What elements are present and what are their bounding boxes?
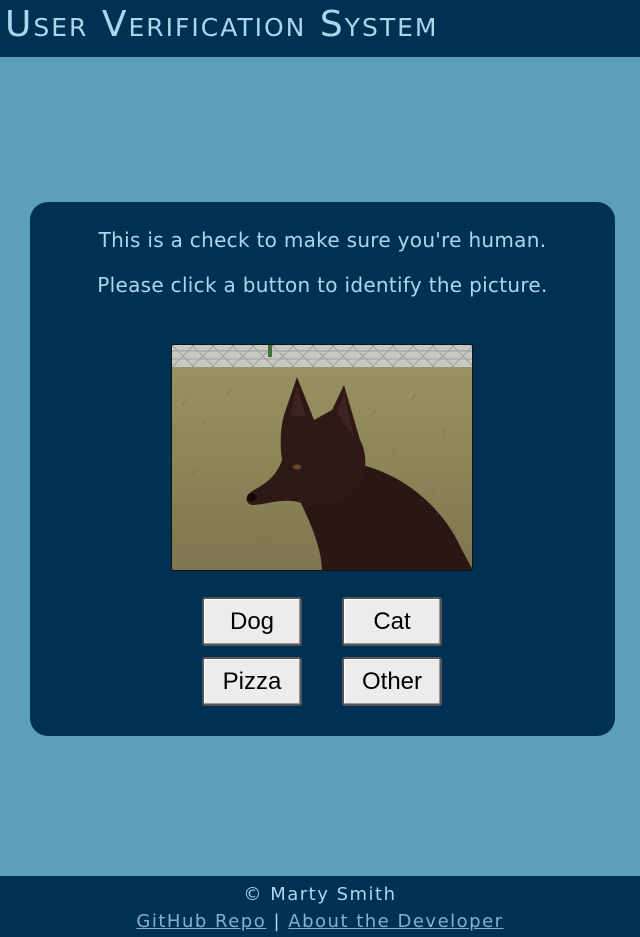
about-developer-link[interactable]: About the Developer xyxy=(288,911,503,932)
dog-button[interactable]: Dog xyxy=(202,597,302,646)
verification-card: This is a check to make sure you're huma… xyxy=(30,202,615,736)
site-title: User Verification System xyxy=(5,4,439,45)
verification-photo xyxy=(171,344,473,571)
dog-photo-icon xyxy=(172,345,472,570)
link-separator: | xyxy=(273,911,282,932)
instruction-line-2: Please click a button to identify the pi… xyxy=(97,273,548,297)
site-footer: © Marty Smith GitHub Repo | About the De… xyxy=(0,876,640,937)
footer-links: GitHub Repo | About the Developer xyxy=(0,911,640,932)
instruction-line-1: This is a check to make sure you're huma… xyxy=(98,228,547,252)
github-repo-link[interactable]: GitHub Repo xyxy=(136,911,266,932)
site-header: User Verification System xyxy=(0,0,640,57)
pizza-button[interactable]: Pizza xyxy=(202,657,302,706)
other-button[interactable]: Other xyxy=(342,657,442,706)
cat-button[interactable]: Cat xyxy=(342,597,442,646)
copyright-text: © Marty Smith xyxy=(243,884,397,905)
